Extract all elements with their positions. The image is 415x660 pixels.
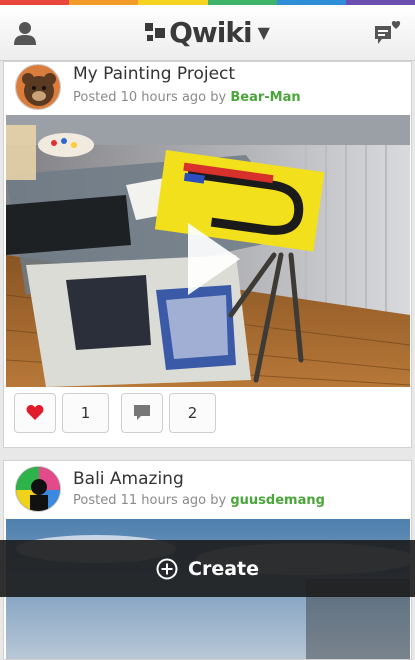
- comment-icon: [134, 405, 150, 420]
- logo-mark-icon: [145, 22, 166, 41]
- chat-heart-icon: [375, 21, 401, 44]
- app-logo[interactable]: Qwiki ▼: [145, 16, 270, 49]
- chevron-down-icon: ▼: [257, 23, 270, 42]
- heart-icon: [26, 405, 44, 420]
- author-link[interactable]: Bear-Man: [230, 90, 300, 105]
- post-meta: Posted 11 hours ago by guusdemang: [73, 493, 325, 508]
- app-header: Qwiki ▼: [0, 5, 415, 61]
- brand-name: Qwiki: [169, 16, 252, 49]
- like-count[interactable]: 1: [62, 393, 109, 433]
- comment-count[interactable]: 2: [169, 393, 216, 433]
- post-card: My Painting Project Posted 10 hours ago …: [3, 61, 412, 448]
- notifications-button[interactable]: [369, 14, 407, 52]
- post-title[interactable]: Bali Amazing: [73, 469, 184, 489]
- profile-button[interactable]: [6, 14, 44, 52]
- plus-circle-icon: [156, 558, 178, 579]
- play-icon[interactable]: [188, 223, 240, 295]
- avatar[interactable]: [15, 466, 61, 512]
- like-button[interactable]: [14, 393, 56, 433]
- posted-time: Posted 10 hours ago by: [73, 90, 227, 105]
- create-button[interactable]: Create: [0, 540, 415, 597]
- posted-time: Posted 11 hours ago by: [73, 493, 227, 508]
- post-title[interactable]: My Painting Project: [73, 64, 235, 84]
- comment-button[interactable]: [121, 393, 163, 433]
- author-link[interactable]: guusdemang: [230, 493, 325, 508]
- colorful-avatar-icon: [16, 467, 60, 511]
- avatar[interactable]: [15, 64, 61, 110]
- post-meta: Posted 10 hours ago by Bear-Man: [73, 90, 301, 105]
- post-actions: 1 2: [4, 393, 413, 437]
- user-icon: [14, 22, 36, 45]
- video-thumbnail[interactable]: [6, 115, 410, 387]
- create-label: Create: [188, 557, 259, 580]
- bear-avatar-icon: [16, 65, 60, 109]
